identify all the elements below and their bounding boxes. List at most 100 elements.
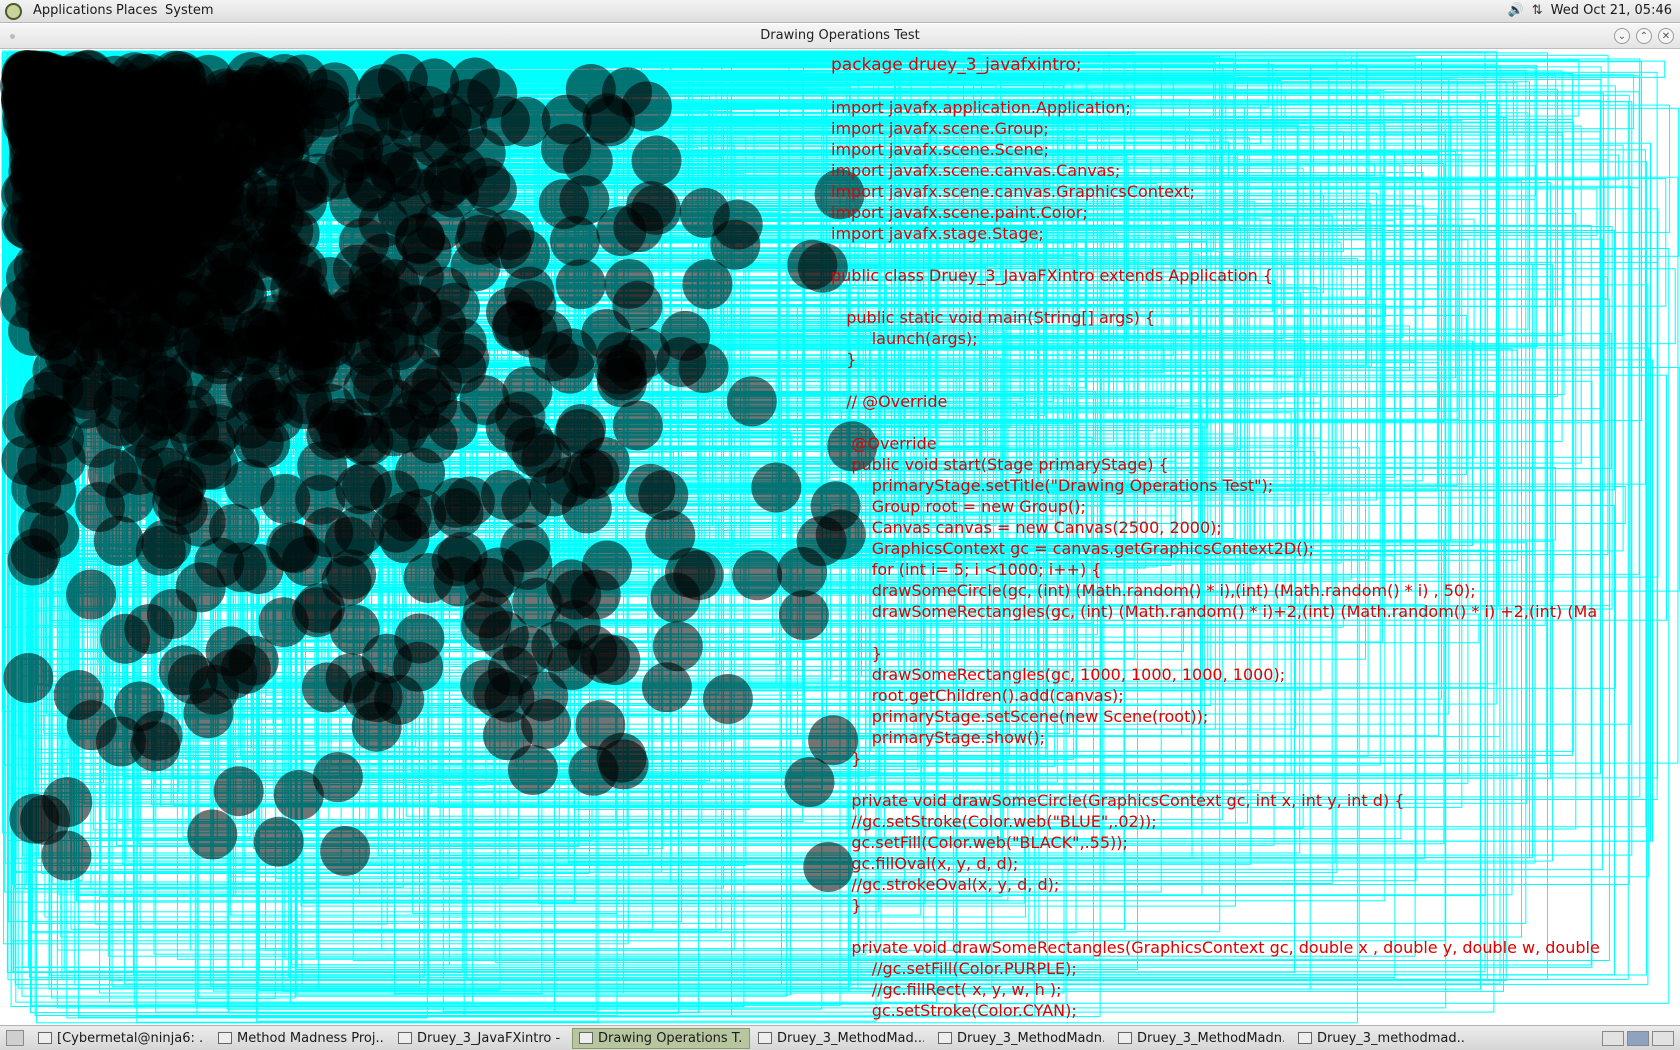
black-circle bbox=[145, 171, 196, 222]
black-circle bbox=[641, 662, 692, 713]
taskbar-item[interactable]: Druey_3_MethodMadn... bbox=[932, 1028, 1110, 1049]
show-desktop-icon[interactable] bbox=[6, 1030, 24, 1046]
bottom-taskbar: [Cybermetal@ninja6: ... Method Madness Pr… bbox=[0, 1025, 1680, 1050]
black-circle bbox=[580, 633, 630, 684]
window-title: Drawing Operations Test bbox=[760, 28, 920, 43]
maximize-icon[interactable]: ⌃ bbox=[1636, 28, 1652, 44]
browser-icon bbox=[218, 1032, 232, 1044]
workspace-3[interactable] bbox=[1652, 1030, 1674, 1046]
code-line: } bbox=[831, 350, 857, 369]
black-circle bbox=[132, 302, 183, 353]
code-line: import javafx.scene.paint.Color; bbox=[831, 203, 1088, 222]
code-line: } bbox=[831, 644, 882, 663]
menu-places[interactable]: Places bbox=[116, 3, 157, 18]
black-circle bbox=[612, 400, 663, 451]
distro-logo-icon[interactable] bbox=[5, 3, 22, 20]
code-line: for (int i= 5; i <1000; i++) { bbox=[831, 560, 1102, 579]
code-line: GraphicsContext gc = canvas.getGraphicsC… bbox=[831, 539, 1315, 558]
black-circle bbox=[34, 73, 85, 124]
taskbar-item[interactable]: Druey_3_methodmad... bbox=[1292, 1028, 1470, 1049]
workspace-2[interactable] bbox=[1627, 1030, 1649, 1046]
network-icon[interactable]: ⇅ bbox=[1532, 3, 1543, 18]
black-circle bbox=[625, 463, 676, 514]
black-circle bbox=[396, 489, 447, 539]
black-circle bbox=[726, 376, 777, 427]
taskbar-item[interactable]: [Cybermetal@ninja6: ... bbox=[32, 1028, 210, 1049]
black-circle bbox=[295, 474, 346, 525]
workspace-1[interactable] bbox=[1602, 1030, 1624, 1046]
black-circle bbox=[187, 809, 238, 860]
code-line: // @Override bbox=[831, 392, 948, 411]
taskbar-item[interactable]: Druey_3_MethodMadn... bbox=[1112, 1028, 1290, 1049]
black-circle bbox=[253, 816, 304, 867]
minimize-icon[interactable]: ⌄ bbox=[1614, 28, 1630, 44]
code-line: //gc.setStroke(Color.web("BLUE",.02)); bbox=[831, 812, 1157, 831]
black-circle bbox=[62, 369, 113, 420]
window-icon bbox=[938, 1032, 952, 1044]
black-circle bbox=[134, 429, 185, 480]
code-line: drawSomeCircle(gc, (int) (Math.random() … bbox=[831, 581, 1476, 600]
drawing-canvas[interactable]: package druey_3_javafxintro; import java… bbox=[0, 49, 1680, 1025]
black-circle bbox=[3, 653, 54, 703]
taskbar-item[interactable]: Druey_3_MethodMad... bbox=[752, 1028, 930, 1049]
clock[interactable]: Wed Oct 21, 05:46 bbox=[1551, 3, 1672, 18]
menu-system[interactable]: System bbox=[165, 3, 213, 18]
volume-icon[interactable]: 🔊 bbox=[1508, 3, 1524, 18]
code-listing: package druey_3_javafxintro; import java… bbox=[831, 55, 1600, 1025]
black-circle bbox=[437, 103, 488, 154]
black-circle bbox=[334, 318, 385, 369]
menu-applications[interactable]: Applications bbox=[33, 3, 112, 18]
black-circle bbox=[233, 544, 284, 594]
black-circle bbox=[784, 757, 835, 807]
black-circle bbox=[320, 826, 371, 876]
code-line: private void drawSomeCircle(GraphicsCont… bbox=[831, 791, 1405, 810]
code-line: //gc.strokeOval(x, y, d, d); bbox=[831, 875, 1060, 894]
code-line: package druey_3_javafxintro; bbox=[831, 55, 1082, 75]
black-circle bbox=[436, 318, 487, 369]
taskbar-item-label: Druey_3_MethodMadn... bbox=[1137, 1030, 1284, 1046]
code-line: private void drawSomeRectangles(Graphics… bbox=[831, 938, 1600, 957]
taskbar-item[interactable]: Drawing Operations T... bbox=[572, 1027, 750, 1049]
black-circle bbox=[345, 158, 396, 209]
black-circle bbox=[437, 531, 488, 582]
black-circle bbox=[507, 745, 558, 795]
window-icon bbox=[1298, 1032, 1312, 1044]
black-circle bbox=[349, 263, 400, 314]
code-line: gc.fillOval(x, y, d, d); bbox=[831, 854, 1019, 873]
black-circle bbox=[273, 770, 324, 820]
workspace-switcher[interactable] bbox=[1602, 1030, 1674, 1046]
black-circle bbox=[228, 635, 279, 686]
taskbar-item[interactable]: Method Madness Proj... bbox=[212, 1028, 390, 1049]
black-circle bbox=[621, 81, 672, 132]
black-circle bbox=[326, 549, 377, 600]
top-panel: Applications Places System 🔊 ⇅ Wed Oct 2… bbox=[0, 0, 1680, 23]
black-circle bbox=[158, 645, 209, 696]
black-circle bbox=[100, 613, 151, 664]
black-circle bbox=[44, 225, 95, 276]
black-circle bbox=[301, 662, 352, 713]
taskbar-item-label: [Cybermetal@ninja6: ... bbox=[57, 1030, 204, 1046]
window-icon bbox=[1118, 1032, 1132, 1044]
taskbar-item[interactable]: Druey_3_JavaFXintro - ... bbox=[392, 1028, 570, 1049]
window-titlebar[interactable]: Drawing Operations Test ⌄ ⌃ ✕ bbox=[0, 24, 1680, 49]
black-circle bbox=[596, 206, 647, 257]
black-circle bbox=[568, 745, 619, 796]
black-circle bbox=[294, 153, 344, 204]
taskbar-item-label: Drawing Operations T... bbox=[598, 1030, 743, 1046]
black-circle bbox=[277, 244, 328, 295]
black-circle bbox=[444, 476, 495, 527]
black-circle bbox=[604, 258, 655, 309]
code-line: Canvas canvas = new Canvas(2500, 2000); bbox=[831, 518, 1222, 537]
black-circle bbox=[42, 777, 93, 828]
black-circle bbox=[308, 402, 359, 453]
code-line: import javafx.scene.Scene; bbox=[831, 140, 1049, 159]
black-circle bbox=[409, 58, 460, 109]
close-icon[interactable]: ✕ bbox=[1658, 28, 1674, 44]
black-circle bbox=[569, 449, 620, 500]
system-tray: 🔊 ⇅ Wed Oct 21, 05:46 bbox=[1508, 3, 1672, 18]
